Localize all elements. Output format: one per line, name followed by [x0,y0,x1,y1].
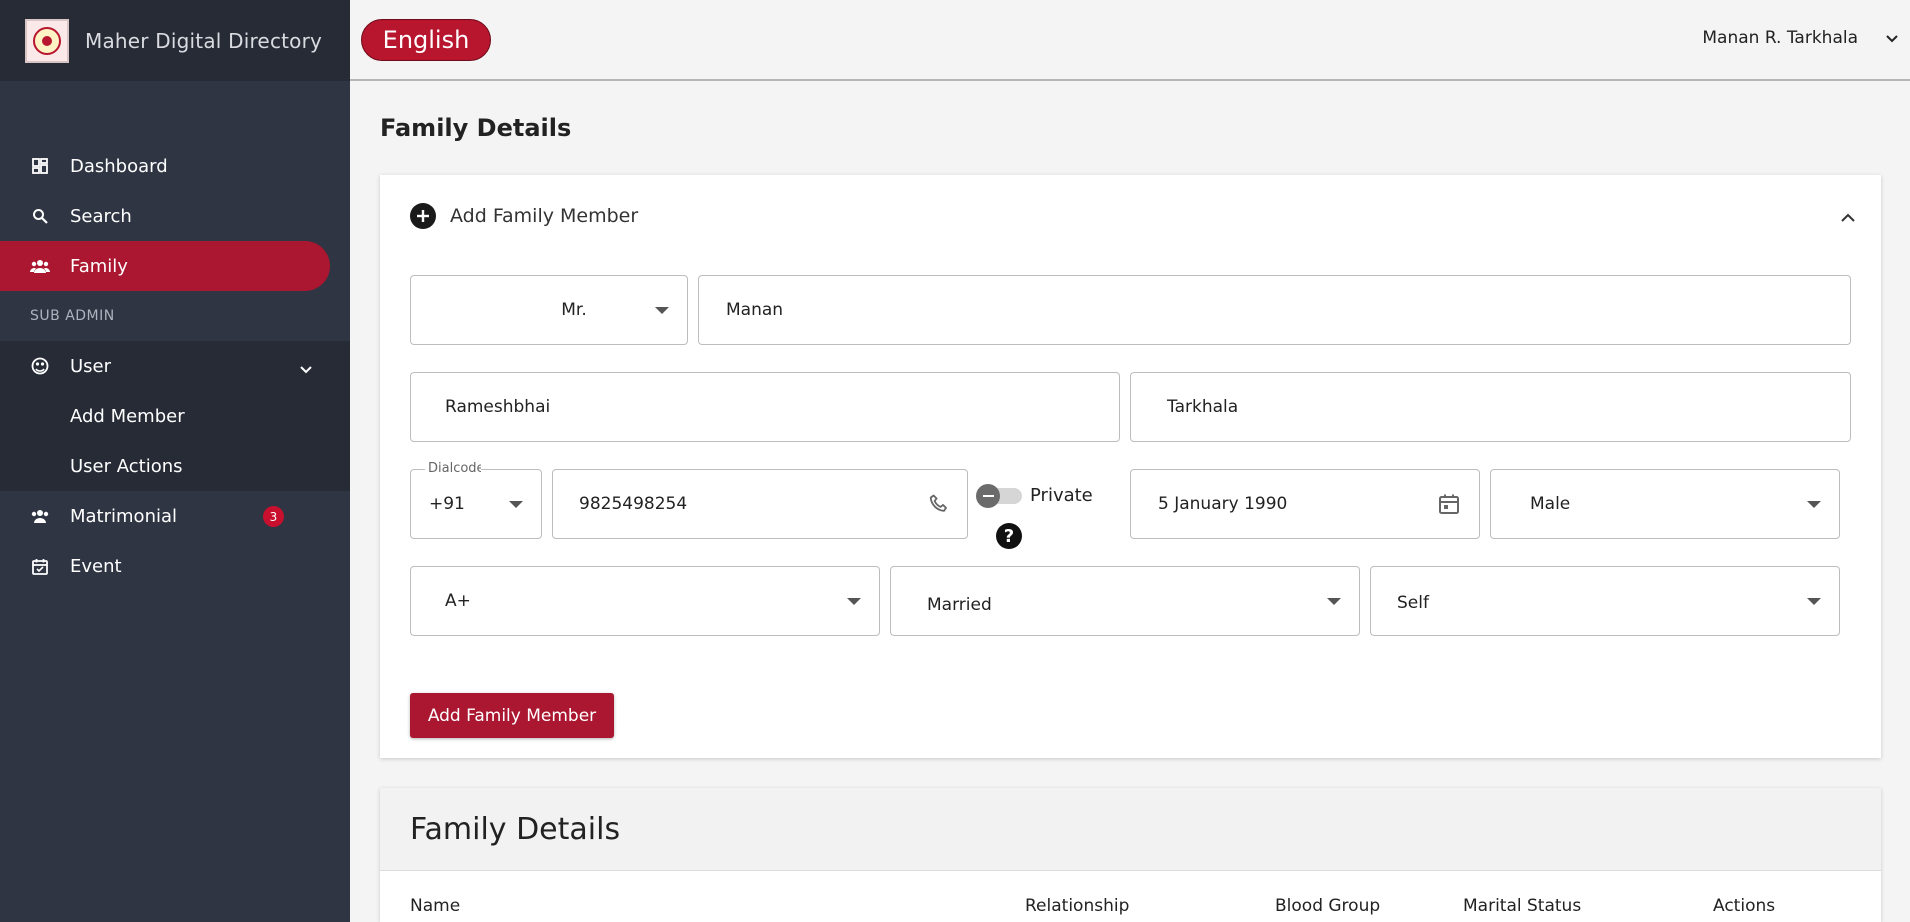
gender-value: Male [1530,494,1571,514]
sidebar-item-user-actions[interactable]: User Actions [0,441,350,491]
app-title: Maher Digital Directory [85,28,323,53]
surname-input[interactable]: Tarkhala [1130,372,1851,442]
phone-value: 9825498254 [579,494,688,514]
sidebar-item-label: Event [70,555,122,577]
sidebar-nav: Dashboard Search Family SUB ADMIN User A… [0,141,350,591]
dropdown-arrow-icon [1327,598,1341,605]
calendar-icon[interactable] [1437,492,1461,521]
chevron-up-icon[interactable] [1841,207,1855,226]
sidebar-item-label: User [70,355,112,377]
dialcode-label: Dialcode [425,461,481,476]
dropdown-arrow-icon [1807,598,1821,605]
sidebar-item-dashboard[interactable]: Dashboard [0,141,350,191]
sidebar-item-label: Search [70,205,132,227]
brand[interactable]: Maher Digital Directory [0,0,350,81]
relationship-value: Self [1397,593,1429,613]
add-family-member-card: Add Family Member Mr. Manan Rameshbhai T… [380,175,1881,758]
phone-input[interactable]: 9825498254 [552,469,968,539]
phone-icon [927,492,951,521]
notification-badge: 3 [263,506,284,527]
matrimonial-icon [30,506,50,526]
first-name-input[interactable]: Manan [698,275,1851,345]
chevron-down-icon[interactable] [1886,28,1898,48]
help-icon[interactable]: ? [996,523,1022,549]
chevron-down-icon[interactable] [300,358,312,379]
dashboard-icon [30,156,50,176]
private-label: Private [1030,485,1093,506]
column-header-actions: Actions [1713,896,1776,916]
marital-status-select[interactable]: Married [890,566,1360,636]
card-header[interactable]: Add Family Member [410,203,638,229]
language-button[interactable]: English [361,19,491,61]
dropdown-arrow-icon [1807,501,1821,508]
plus-circle-icon [410,203,436,229]
family-icon [30,256,50,276]
sidebar-item-label: Family [70,255,128,277]
blood-group-select[interactable]: A+ [410,566,880,636]
page-title: Family Details [380,114,572,142]
sidebar-item-label: Dashboard [70,155,168,177]
card-header-label: Add Family Member [450,205,639,227]
birth-date-input[interactable]: 5 January 1990 [1130,469,1480,539]
surname-value: Tarkhala [1167,397,1239,417]
sidebar-item-user[interactable]: User [0,341,350,391]
dropdown-arrow-icon [509,501,523,508]
column-header-blood-group[interactable]: Blood Group [1275,896,1380,916]
sidebar-item-add-member[interactable]: Add Member [0,391,350,441]
dialcode-select[interactable]: Dialcode +91 [410,461,542,539]
birth-date-value: 5 January 1990 [1158,494,1288,514]
blood-group-value: A+ [445,591,471,611]
salutation-value: Mr. [561,300,587,320]
sidebar: Maher Digital Directory Dashboard Search… [0,0,350,922]
calendar-icon [30,556,50,576]
dropdown-arrow-icon [847,598,861,605]
search-icon [30,206,50,226]
app-logo [25,18,69,63]
sidebar-item-family[interactable]: Family [0,241,330,291]
table-title: Family Details [380,788,1881,871]
sidebar-item-matrimonial[interactable]: Matrimonial 3 [0,491,350,541]
gender-select[interactable]: Male [1490,469,1840,539]
top-header: English Manan R. Tarkhala [350,0,1910,81]
column-header-name[interactable]: Name [410,896,460,916]
user-icon [30,356,50,376]
dialcode-value: +91 [429,494,465,514]
column-header-marital-status[interactable]: Marital Status [1463,896,1581,916]
toggle-knob [976,483,1000,508]
column-header-relationship[interactable]: Relationship [1025,896,1129,916]
father-name-value: Rameshbhai [445,397,551,417]
sidebar-item-search[interactable]: Search [0,191,350,241]
toggle-track[interactable] [976,483,1022,508]
salutation-select[interactable]: Mr. [410,275,688,345]
user-menu[interactable]: Manan R. Tarkhala [1702,28,1898,48]
father-name-input[interactable]: Rameshbhai [410,372,1120,442]
first-name-value: Manan [726,300,784,320]
family-details-table: Family Details Name Relationship Blood G… [380,788,1881,922]
sidebar-item-event[interactable]: Event [0,541,350,591]
user-name: Manan R. Tarkhala [1702,28,1858,48]
relationship-select[interactable]: Self [1370,566,1840,636]
sidebar-item-label: Matrimonial [70,505,178,527]
section-label-sub-admin: SUB ADMIN [30,308,115,324]
marital-status-value: Married [927,595,992,615]
user-group: User Add Member User Actions [0,341,350,491]
add-family-member-button[interactable]: Add Family Member [410,693,614,738]
private-toggle[interactable]: Private [976,483,1093,508]
dropdown-arrow-icon [655,307,669,314]
